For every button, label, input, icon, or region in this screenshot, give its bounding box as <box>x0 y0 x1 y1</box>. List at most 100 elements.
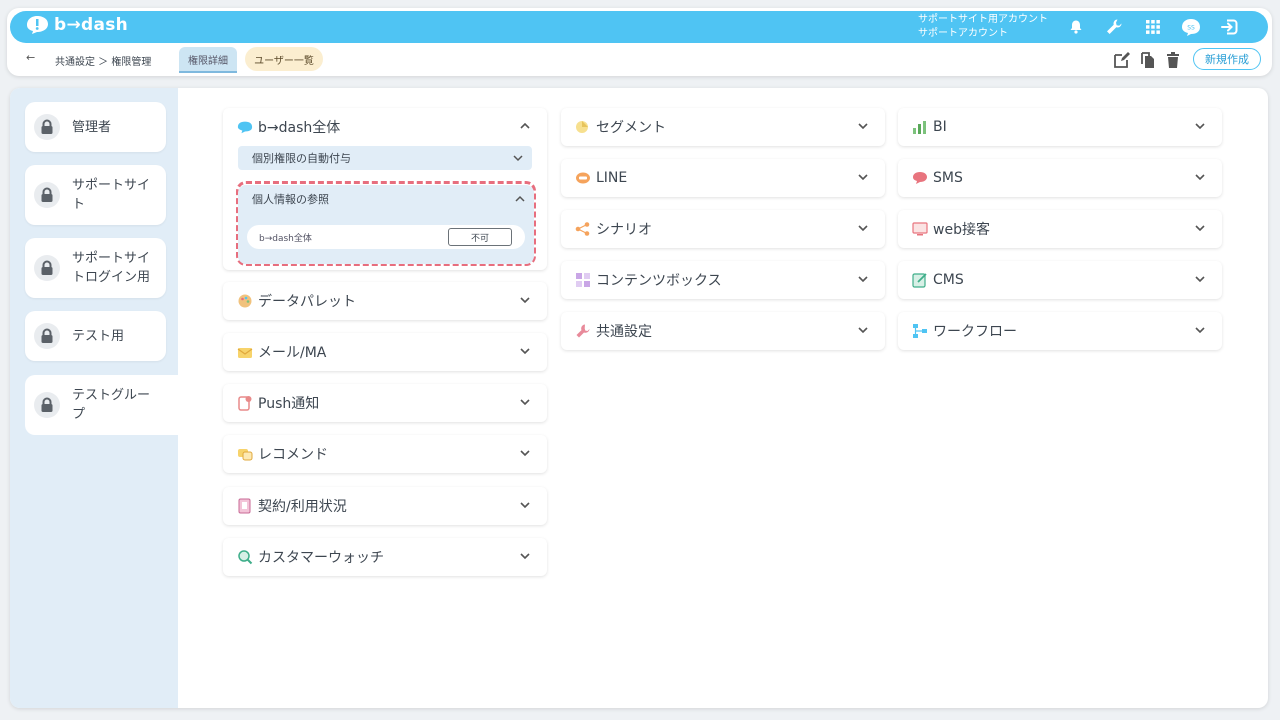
lock-icon <box>34 114 60 140</box>
lock-icon <box>34 392 60 418</box>
chevron-down-icon <box>858 225 868 232</box>
logout-icon[interactable] <box>1219 16 1241 38</box>
panel-title: シナリオ <box>596 222 652 238</box>
panel-content-box[interactable]: コンテンツボックス <box>561 261 885 299</box>
panel-title: データパレット <box>258 294 356 310</box>
panel-title: 契約/利用状況 <box>258 499 347 515</box>
back-arrow-icon[interactable]: ← <box>26 51 35 64</box>
edit-icon[interactable] <box>1112 50 1132 70</box>
panel-customer-watch[interactable]: カスタマーウォッチ <box>223 538 547 576</box>
lock-icon <box>34 182 60 208</box>
chevron-down-icon <box>520 297 530 304</box>
chevron-down-icon <box>1195 174 1205 181</box>
panel-title: ワークフロー <box>933 324 1017 340</box>
scenario-icon <box>575 221 591 237</box>
panel-contract[interactable]: 契約/利用状況 <box>223 487 547 525</box>
panel-web-reception[interactable]: web接客 <box>898 210 1222 248</box>
watch-icon <box>237 549 253 565</box>
chevron-down-icon <box>520 502 530 509</box>
bell-icon[interactable] <box>1065 16 1087 38</box>
panel-bi[interactable]: BI <box>898 108 1222 146</box>
role-item-test-group[interactable]: テストグループ <box>25 375 178 435</box>
chevron-down-icon <box>858 276 868 283</box>
trash-icon[interactable] <box>1163 50 1183 70</box>
panel-scenario[interactable]: シナリオ <box>561 210 885 248</box>
account-line1: サポートサイト用アカウント <box>918 14 1048 25</box>
sub-personal-info[interactable]: 個人情報の参照 <box>238 185 534 213</box>
mail-icon <box>237 344 253 360</box>
role-item-test[interactable]: テスト用 <box>25 311 166 361</box>
role-item-support-site[interactable]: サポートサイト <box>25 165 166 225</box>
panel-common-settings[interactable]: 共通設定 <box>561 312 885 350</box>
wrench-icon[interactable] <box>1103 16 1125 38</box>
chevron-down-icon <box>1195 327 1205 334</box>
recommend-icon <box>237 446 253 462</box>
panel-cms[interactable]: CMS <box>898 261 1222 299</box>
grid-icon[interactable] <box>1142 16 1164 38</box>
chevron-up-icon[interactable] <box>518 119 532 133</box>
cms-icon <box>912 272 928 288</box>
chevron-down-icon <box>520 399 530 406</box>
panel-push[interactable]: Push通知 <box>223 384 547 422</box>
panel-title: レコメンド <box>258 447 328 463</box>
bi-icon <box>912 119 928 135</box>
role-item-admin[interactable]: 管理者 <box>25 102 166 152</box>
panel-title: カスタマーウォッチ <box>258 550 384 566</box>
panel-segment[interactable]: セグメント <box>561 108 885 146</box>
panel-sms[interactable]: SMS <box>898 159 1222 197</box>
chevron-down-icon <box>520 553 530 560</box>
account-info[interactable]: サポートサイト用アカウント サポートアカウント <box>918 13 1048 41</box>
panel-header[interactable]: b→dash全体 <box>223 108 547 146</box>
copy-icon[interactable] <box>1138 50 1158 70</box>
svg-text:SS: SS <box>1187 25 1195 32</box>
chevron-down-icon <box>1195 123 1205 130</box>
panel-title: web接客 <box>933 222 990 238</box>
sub-auto-grant[interactable]: 個別権限の自動付与 <box>238 146 532 170</box>
chevron-down-icon <box>1195 276 1205 283</box>
detail-area: b→dash全体 不可 <box>238 213 534 264</box>
chevron-down-icon <box>513 155 523 162</box>
chevron-down-icon <box>520 348 530 355</box>
workflow-icon <box>912 323 928 339</box>
chevron-down-icon <box>858 123 868 130</box>
logo-icon <box>27 16 48 34</box>
sms-icon <box>912 170 928 186</box>
panel-title: LINE <box>596 170 628 186</box>
role-label: テストグループ <box>72 388 151 422</box>
user-icon[interactable]: SS <box>1180 16 1202 38</box>
logo[interactable]: b→dash <box>24 15 128 35</box>
chevron-down-icon <box>520 450 530 457</box>
role-item-support-login[interactable]: サポートサイトログイン用 <box>25 238 166 298</box>
role-sidebar: 管理者 サポートサイト サポートサイトログイン用 テスト用 テストグループ <box>10 88 178 708</box>
panel-title: セグメント <box>596 120 666 136</box>
new-button[interactable]: 新規作成 <box>1193 48 1261 70</box>
breadcrumb: 共通設定 ＞ 権限管理 <box>55 57 152 68</box>
panel-title: Push通知 <box>258 396 320 412</box>
panel-mail-ma[interactable]: メール/MA <box>223 333 547 371</box>
settings-icon <box>575 323 591 339</box>
bdash-icon <box>237 119 253 135</box>
panel-data-palette[interactable]: データパレット <box>223 282 547 320</box>
panel-title: BI <box>933 119 947 135</box>
lock-icon <box>34 323 60 349</box>
palette-icon <box>237 293 253 309</box>
tab-permission-detail[interactable]: 権限詳細 <box>179 47 237 73</box>
role-label: サポートサイト <box>72 178 151 212</box>
contract-icon <box>237 498 253 514</box>
highlight-box: 個人情報の参照 b→dash全体 不可 <box>236 181 536 266</box>
tab-user-list[interactable]: ユーザー一覧 <box>245 47 323 71</box>
top-bar: b→dash サポートサイト用アカウント サポートアカウント SS <box>10 11 1268 43</box>
account-line2: サポートアカウント <box>918 28 1008 39</box>
panel-title: SMS <box>933 170 963 186</box>
segment-icon <box>575 119 591 135</box>
chevron-down-icon <box>858 174 868 181</box>
permission-toggle[interactable]: 不可 <box>448 228 512 246</box>
panel-title: b→dash全体 <box>258 120 341 136</box>
lock-icon <box>34 255 60 281</box>
panel-line[interactable]: LINE <box>561 159 885 197</box>
panel-workflow[interactable]: ワークフロー <box>898 312 1222 350</box>
role-label: 管理者 <box>72 119 112 135</box>
sub-bar: ← 共通設定 ＞ 権限管理 権限詳細 ユーザー一覧 新規作成 <box>10 47 1268 73</box>
panel-recommend[interactable]: レコメンド <box>223 435 547 473</box>
sub-personal-info-label: 個人情報の参照 <box>252 193 329 206</box>
